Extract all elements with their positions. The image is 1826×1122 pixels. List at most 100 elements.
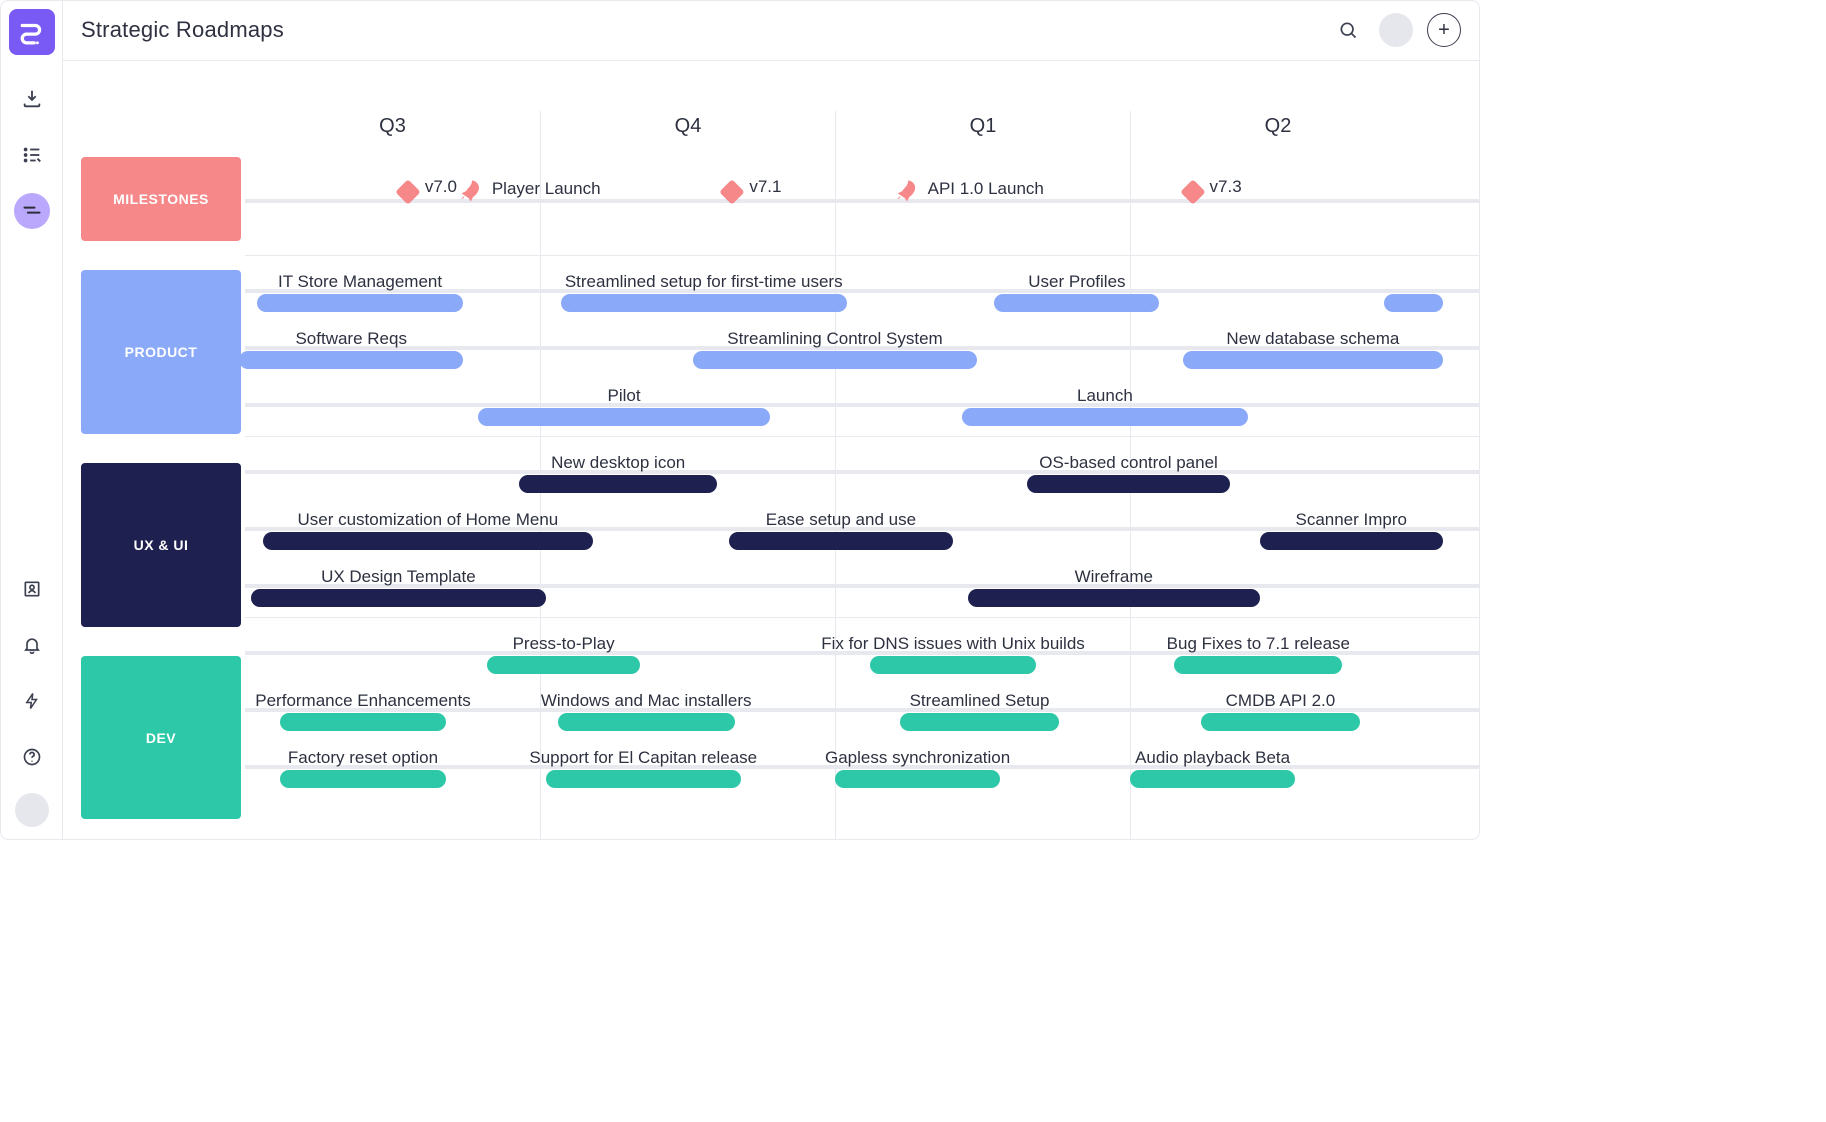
roadmap-item-label: UX Design Template (315, 567, 482, 587)
lane-label-milestones[interactable]: MILESTONES (81, 157, 241, 241)
roadmap-item-bar (1130, 770, 1295, 788)
roadmap-item[interactable]: Streamlining Control System (693, 312, 976, 369)
download-tray-icon (21, 88, 43, 110)
roadmap-item[interactable]: OS-based control panel (1027, 436, 1231, 493)
diamond-icon (1180, 179, 1205, 204)
add-button[interactable]: + (1427, 13, 1461, 47)
roadmap-item-label: Streamlining Control System (721, 329, 948, 349)
rocket-icon (892, 177, 920, 205)
milestone[interactable]: v7.1 (723, 177, 781, 199)
roadmap-item[interactable]: Scanner Impro (1260, 493, 1443, 550)
lane-row: Press-to-Play Fix for DNS issues with Uni… (245, 617, 1479, 674)
lane-label-uxui[interactable]: UX & UI (81, 463, 241, 626)
roadmap-item-bar (519, 475, 717, 493)
search-icon (1338, 20, 1358, 40)
nav-secondary (14, 571, 50, 775)
roadmap-item[interactable]: Windows and Mac installers (558, 674, 735, 731)
lane-label-dev[interactable]: DEV (81, 656, 241, 819)
rocket-icon (456, 177, 484, 205)
roadmap-item[interactable]: UX Design Template (251, 550, 546, 607)
roadmap-item[interactable]: Factory reset option (280, 731, 445, 788)
lane-labels: MILESTONES PRODUCT UX & UI DEV (81, 111, 241, 839)
app-logo[interactable] (9, 9, 55, 55)
roadmap-item-label: User customization of Home Menu (291, 510, 564, 530)
help-icon (22, 747, 42, 767)
lane-row: IT Store Management Streamlined setup for… (245, 255, 1479, 312)
roadmap-item[interactable]: Ease setup and use (729, 493, 953, 550)
roadmap-item-bar (487, 656, 640, 674)
nav-primary (14, 81, 50, 229)
roadmap-item-label: Windows and Mac installers (535, 691, 758, 711)
lane-product: IT Store Management Streamlined setup for… (245, 255, 1479, 426)
nav-notifications-icon[interactable] (14, 627, 50, 663)
roadmap: MILESTONESPRODUCTUX & UIDEV Q3Q4Q1Q2 v7.… (63, 61, 1479, 839)
lane-row: UX Design Template Wireframe (245, 550, 1479, 607)
roadmap-item-bar (478, 408, 770, 426)
roadmap-logo-icon (19, 19, 45, 45)
roadmap-item-bar (257, 294, 464, 312)
nav-timeline-icon[interactable] (14, 193, 50, 229)
diamond-icon (720, 179, 745, 204)
roadmap-item-label: CMDB API 2.0 (1220, 691, 1342, 711)
nav-activity-icon[interactable] (14, 683, 50, 719)
roadmap-item-label: Bug Fixes to 7.1 release (1161, 634, 1356, 654)
roadmap-item-label: OS-based control panel (1033, 453, 1224, 473)
roadmap-item[interactable] (1384, 255, 1443, 312)
roadmap-item[interactable]: Pilot (478, 369, 770, 426)
roadmap-item[interactable]: Launch (962, 369, 1248, 426)
roadmap-item[interactable]: Gapless synchronization (835, 731, 1000, 788)
lane-label-product[interactable]: PRODUCT (81, 270, 241, 433)
header-avatar[interactable] (1379, 13, 1413, 47)
timeline-wrap[interactable]: Q3Q4Q1Q2 v7.0Player Launchv7.1API 1.0 La… (241, 111, 1479, 839)
roadmap-item-bar (968, 589, 1260, 607)
roadmap-item-label: IT Store Management (272, 272, 448, 292)
lane-row: Performance Enhancements Windows and Mac … (245, 674, 1479, 731)
roadmap-item-label: Factory reset option (282, 748, 444, 768)
milestone[interactable]: v7.0 (399, 177, 457, 199)
roadmap-item[interactable]: IT Store Management (257, 255, 464, 312)
roadmap-item-bar (870, 656, 1035, 674)
roadmap-item[interactable]: Performance Enhancements (280, 674, 445, 731)
lane-row: v7.0 Player Launch v7.1 API 1.0 Launch v7.3 (245, 157, 1479, 245)
roadmap-item[interactable]: Fix for DNS issues with Unix builds (870, 617, 1035, 674)
milestone-label: Player Launch (492, 179, 601, 201)
roadmap-item-bar (693, 351, 976, 369)
roadmap-item-label: User Profiles (1022, 272, 1131, 292)
milestone[interactable]: Player Launch (456, 177, 601, 201)
roadmap-item-label: Audio playback Beta (1129, 748, 1296, 768)
roadmap-item-label: Support for El Capitan release (523, 748, 763, 768)
milestone[interactable]: v7.3 (1184, 177, 1242, 199)
milestone[interactable]: API 1.0 Launch (892, 177, 1044, 201)
roadmap-item[interactable]: New desktop icon (519, 436, 717, 493)
roadmap-item[interactable]: Streamlined Setup (900, 674, 1059, 731)
roadmap-item-label: Launch (1071, 386, 1139, 406)
roadmap-item[interactable]: Streamlined setup for first-time users (561, 255, 847, 312)
nav-list-icon[interactable] (14, 137, 50, 173)
sidebar-avatar[interactable] (15, 793, 49, 827)
roadmap-item[interactable]: Support for El Capitan release (546, 731, 741, 788)
lightning-icon (23, 691, 41, 711)
milestone-label: v7.0 (425, 177, 457, 199)
roadmap-item[interactable]: Audio playback Beta (1130, 731, 1295, 788)
roadmap-item[interactable]: Wireframe (968, 550, 1260, 607)
nav-contacts-icon[interactable] (14, 571, 50, 607)
roadmap-item[interactable]: User Profiles (994, 255, 1159, 312)
roadmap-item[interactable]: Press-to-Play (487, 617, 640, 674)
roadmap-item[interactable]: CMDB API 2.0 (1201, 674, 1360, 731)
nav-help-icon[interactable] (14, 739, 50, 775)
lane-row: Factory reset option Support for El Capit… (245, 731, 1479, 788)
timeline-icon (22, 201, 42, 221)
roadmap-item[interactable]: Bug Fixes to 7.1 release (1174, 617, 1342, 674)
roadmap-item-bar (900, 713, 1059, 731)
milestone-label: v7.3 (1210, 177, 1242, 199)
lane-milestones: v7.0 Player Launch v7.1 API 1.0 Launch v7.3 (245, 157, 1479, 245)
lane-row: New desktop icon OS-based control panel (245, 436, 1479, 493)
roadmap-item[interactable]: User customization of Home Menu (263, 493, 593, 550)
quarter-header: Q1 (835, 111, 1130, 157)
roadmap-item[interactable]: New database schema (1183, 312, 1443, 369)
roadmap-item-label: Scanner Impro (1289, 510, 1413, 530)
roadmap-item[interactable]: Software Reqs (241, 312, 463, 369)
nav-import-icon[interactable] (14, 81, 50, 117)
search-button[interactable] (1331, 13, 1365, 47)
roadmap-item-bar (729, 532, 953, 550)
